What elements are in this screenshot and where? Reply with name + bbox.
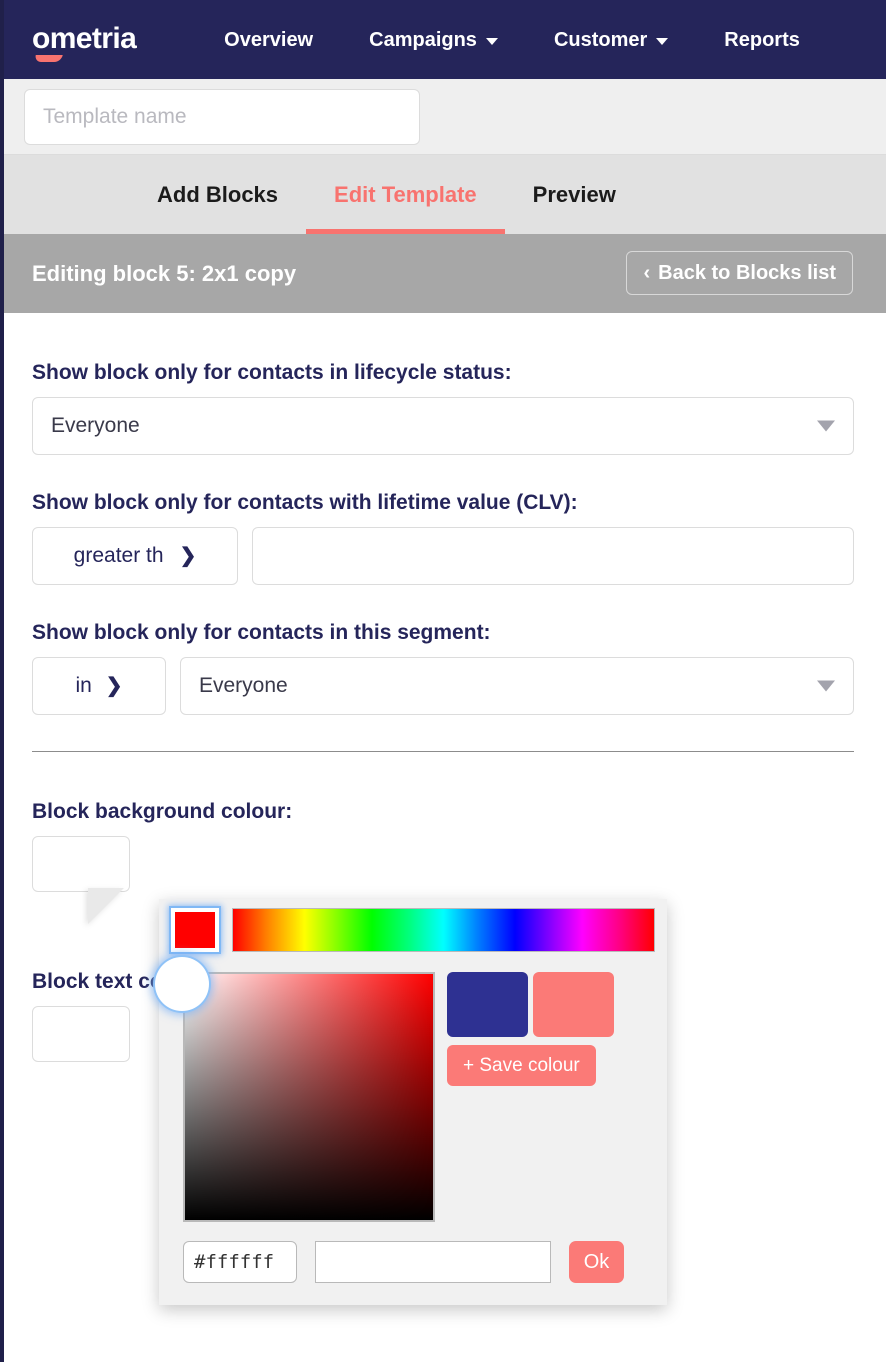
hex-value-input[interactable] [183,1241,297,1283]
left-edge-accent-strip [0,0,4,1362]
segment-label: Show block only for contacts in this seg… [32,621,491,644]
nav-label-reports: Reports [724,28,800,51]
back-to-blocks-list-button[interactable]: ‹ Back to Blocks list [626,251,853,295]
nav-label-overview: Overview [224,28,314,51]
clv-operator-select[interactable]: greater th ❯ [32,527,238,585]
field-group-clv: Show block only for contacts with lifeti… [32,491,854,585]
saturation-value-gradient[interactable] [183,972,435,1222]
field-group-lifecycle: Show block only for contacts in lifecycl… [32,361,854,455]
back-button-label: Back to Blocks list [658,261,836,284]
tab-label-preview: Preview [532,181,616,207]
hue-gradient-slider[interactable] [232,908,655,952]
ometria-logo[interactable]: ometria [32,21,137,62]
colour-picker-popup: + Save colour Ok [159,899,667,1305]
save-colour-button[interactable]: + Save colour [447,1045,596,1086]
chevron-left-icon: ‹ [643,262,651,284]
editing-block-header: Editing block 5: 2x1 copy ‹ Back to Bloc… [0,234,886,313]
logo-swoosh-icon [34,54,63,62]
segment-operator-select[interactable]: in ❯ [32,657,166,715]
segment-selected-value: Everyone [199,674,288,697]
segment-operator-value: in [75,674,92,697]
bg-colour-label: Block background colour: [32,800,293,823]
clv-value-input[interactable] [252,527,854,585]
tab-add-blocks[interactable]: Add Blocks [129,155,306,234]
nav-item-overview[interactable]: Overview [196,30,341,50]
editor-tabs: Add Blocks Edit Template Preview [0,155,886,234]
nav-label-customer: Customer [553,28,648,51]
logo-text: ometria [32,21,137,55]
hue-selection-row [171,908,655,952]
chevron-down-icon: ❯ [105,675,123,697]
editing-block-title: Editing block 5: 2x1 copy [32,260,297,286]
colour-picker-ok-button[interactable]: Ok [569,1241,624,1283]
nav-item-reports[interactable]: Reports [696,30,828,50]
template-name-bar [0,79,886,155]
tab-label-edit-template: Edit Template [334,181,477,207]
nav-item-customer[interactable]: Customer [526,30,696,50]
segment-row: in ❯ Everyone [32,657,854,715]
tab-edit-template[interactable]: Edit Template [306,155,505,234]
lifecycle-status-select[interactable]: Everyone [32,397,854,455]
bg-colour-swatch-button[interactable] [32,836,130,892]
section-divider [32,751,854,752]
navbar-links: Overview Campaigns Customer Reports [196,30,828,50]
tab-label-add-blocks: Add Blocks [157,181,279,207]
ok-button-label: Ok [583,1250,610,1273]
chevron-down-icon [485,37,498,45]
chevron-down-icon [817,680,835,692]
nav-item-campaigns[interactable]: Campaigns [341,30,526,50]
segment-select[interactable]: Everyone [180,657,854,715]
chevron-down-icon: ❯ [179,545,197,567]
save-colour-label: + Save colour [463,1054,580,1076]
chevron-down-icon [656,37,669,45]
app-root: ometria Overview Campaigns Customer Repo… [0,0,886,1362]
text-colour-swatch-button[interactable] [32,1006,130,1062]
template-name-input[interactable] [24,89,420,145]
saved-colours-row [447,972,614,1037]
saved-colour-coral[interactable] [533,972,614,1037]
field-group-segment: Show block only for contacts in this seg… [32,621,854,715]
tab-preview[interactable]: Preview [505,155,644,234]
current-hue-swatch[interactable] [171,908,219,952]
clv-row: greater th ❯ [32,527,854,585]
colour-picker-pointer [88,888,124,924]
clv-label: Show block only for contacts with lifeti… [32,491,578,514]
saved-colour-indigo[interactable] [447,972,528,1037]
colour-name-input[interactable] [315,1241,551,1283]
colour-picker-drag-handle[interactable] [155,957,209,1011]
lifecycle-selected-value: Everyone [51,414,140,437]
colour-picker-footer: Ok [183,1240,643,1284]
clv-operator-value: greater th [73,544,164,567]
field-group-bg-colour: Block background colour: [32,800,854,892]
top-navbar: ometria Overview Campaigns Customer Repo… [0,0,886,79]
chevron-down-icon [817,420,835,432]
nav-label-campaigns: Campaigns [369,28,477,51]
lifecycle-label: Show block only for contacts in lifecycl… [32,361,512,384]
